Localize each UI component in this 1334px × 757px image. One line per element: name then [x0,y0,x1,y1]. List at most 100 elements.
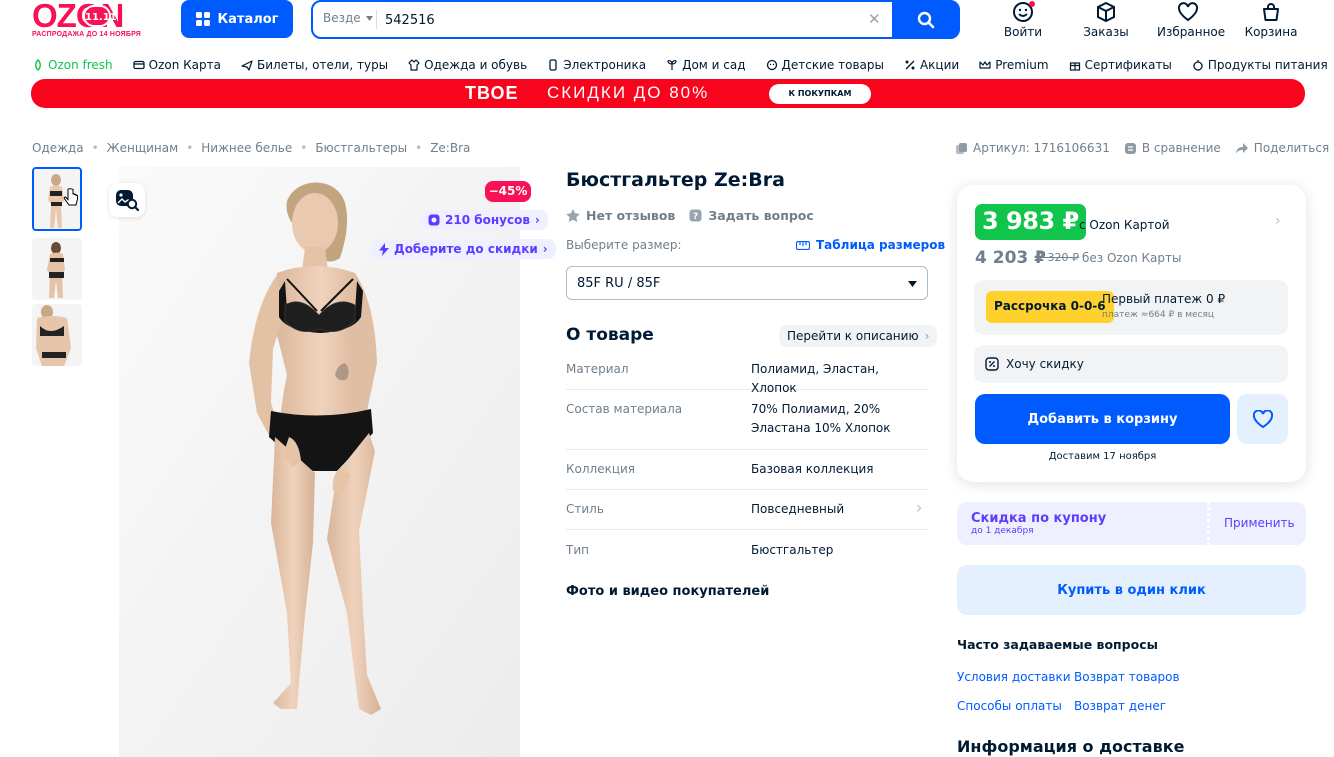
add-to-favorites-button[interactable] [1237,394,1288,444]
size-table-label: Таблица размеров [816,238,946,252]
heart-icon [1177,2,1199,22]
nav-item-home-garden[interactable]: Дом и сад [666,56,746,74]
size-table-link[interactable]: Таблица размеров [796,238,945,252]
compare-button[interactable]: В сравнение [1124,141,1221,155]
clear-search-icon[interactable]: ✕ [868,10,881,28]
more-discount-pill[interactable]: Доберите до скидки › [371,239,556,259]
spec-row: Состав материала 70% Полиамид, 20% Эласт… [566,400,928,450]
goto-description-button[interactable]: Перейти к описанию › [779,325,938,347]
hand-cursor-icon [63,188,78,206]
breadcrumb-item[interactable]: Ze:Bra [430,141,470,155]
faq-link-returns[interactable]: Возврат товаров [1074,670,1180,684]
logo-subtitle: РАСПРОДАЖА ДО 14 НОЯБРЯ [32,31,142,38]
cart-icon [1263,3,1279,21]
nav-item-ozon-fresh[interactable]: Ozon fresh [32,56,113,74]
login-button[interactable]: Войти [992,1,1054,39]
ozon-card-price: 3 983 ₽ [975,204,1086,240]
clothes-icon [408,59,420,71]
banner-cta-button[interactable]: К ПОКУПКАМ [769,84,871,104]
want-discount-button[interactable]: Хочу скидку [974,345,1288,383]
coupon-block: Скидка по купону до 1 декабря Применить [957,502,1306,545]
breadcrumb-item[interactable]: Нижнее белье [201,141,292,155]
article-number[interactable]: Артикул: 1716106631 [955,141,1110,155]
search-button[interactable] [892,0,960,39]
breadcrumb-separator: • [300,141,308,155]
spec-row: Коллекция Базовая коллекция [566,460,928,490]
gallery-thumbnail[interactable] [32,304,82,366]
faq-link-delivery[interactable]: Условия доставки [957,670,1071,684]
nav-label: Ozon Карта [148,58,221,72]
nav-item-kids[interactable]: Детские товары [766,56,884,74]
faq-link-payment[interactable]: Способы оплаты [957,699,1062,713]
search-input[interactable] [385,8,865,32]
spec-key: Материал [566,362,629,376]
nav-item-electronics[interactable]: Электроника [547,56,646,74]
gallery-thumbnail[interactable] [32,238,82,300]
chevron-right-icon: › [534,213,540,227]
add-to-cart-button[interactable]: Добавить в корзину [975,394,1230,444]
cart-label: Корзина [1244,25,1298,39]
chevron-right-icon: › [542,242,548,256]
product-title: Бюстгальтер Ze:Bra [566,169,785,191]
logo-sale-badge: 11.11 [83,5,117,27]
spec-value: Базовая коллекция [751,462,874,476]
promo-banner[interactable]: ТВОЕ СКИДКИ ДО 80% К ПОКУПКАМ [31,79,1305,108]
spec-row-style[interactable]: Стиль Повседневный › [566,498,928,530]
spec-value: Полиамид, Эластан, Хлопок [751,362,879,395]
nav-item-tickets[interactable]: Билеты, отели, туры [241,56,388,74]
faq-link-refund[interactable]: Возврат денег [1074,699,1166,713]
nav-label: Ozon fresh [48,58,113,72]
coupon-apply-button[interactable]: Применить [1224,516,1295,530]
share-label: Поделиться [1253,141,1330,155]
breadcrumb-item[interactable]: Бюстгальтеры [315,141,407,155]
coupon-subtitle: до 1 декабря [971,526,1034,536]
installment-block[interactable]: Рассрочка 0-0-6 Первый платеж 0 ₽ платеж… [974,280,1288,335]
spec-row: Тип Бюстгальтер [566,541,928,561]
article-label: Артикул: 1716106631 [973,141,1110,155]
svg-text:?: ? [693,212,698,222]
spec-row: Материал Полиамид, Эластан, Хлопок [566,360,928,395]
buy-one-click-button[interactable]: Купить в один клик [957,565,1306,615]
nav-item-promotions[interactable]: Акции [904,56,959,74]
nav-item-ozon-card[interactable]: Ozon Карта [132,56,221,74]
nav-item-food[interactable]: Продукты питания [1192,56,1328,74]
search-bar: Везде ✕ [311,0,960,39]
orders-button[interactable]: Заказы [1075,1,1137,39]
ask-question-link[interactable]: ? Задать вопрос [689,208,814,223]
ozon-card-price-caption[interactable]: с Ozon Картой [1079,218,1170,232]
notification-dot [1029,1,1035,7]
reviews-label: Нет отзывов [586,208,676,223]
nav-item-certificates[interactable]: Сертификаты [1069,56,1172,74]
bonus-pill[interactable]: 210 бонусов › [420,210,548,230]
breadcrumb-item[interactable]: Женщинам [107,141,179,155]
breadcrumb-item[interactable]: Одежда [32,141,84,155]
gallery-thumbnail[interactable] [32,167,82,231]
cart-button[interactable]: Корзина [1240,1,1302,39]
image-search-button[interactable] [109,183,145,217]
bonus-label: 210 бонусов [445,213,530,227]
spec-key: Состав материала [566,402,683,416]
breadcrumb: Одежда • Женщинам • Нижнее белье • Бюстгаль… [32,141,470,155]
nav-label: Premium [995,58,1049,72]
share-icon [1235,142,1248,154]
nav-label: Продукты питания [1207,58,1328,72]
size-select[interactable]: 85F RU / 85F [566,266,928,300]
regular-price: 4 203 ₽ [975,248,1046,268]
spec-key: Тип [566,543,589,557]
chevron-right-icon[interactable]: › [1275,213,1281,229]
nav-item-premium[interactable]: Premium [979,56,1049,74]
more-discount-label: Доберите до скидки [394,242,538,256]
ask-question-label: Задать вопрос [708,208,814,223]
favorites-button[interactable]: Избранное [1157,1,1225,39]
search-scope-select[interactable]: Везде [323,11,373,25]
nav-item-clothes[interactable]: Одежда и обувь [408,56,527,74]
breadcrumb-separator: • [415,141,423,155]
chevron-right-icon: › [924,329,930,343]
ozon-logo[interactable]: OZON 11.11 РАСПРОДАЖА ДО 14 НОЯБРЯ [32,0,142,38]
reviews-link[interactable]: Нет отзывов [566,208,675,223]
login-label: Войти [1003,25,1043,39]
nav-label: Сертификаты [1084,58,1172,72]
grid-icon [195,12,210,26]
catalog-button[interactable]: Каталог [181,0,293,38]
share-button[interactable]: Поделиться [1235,141,1329,155]
